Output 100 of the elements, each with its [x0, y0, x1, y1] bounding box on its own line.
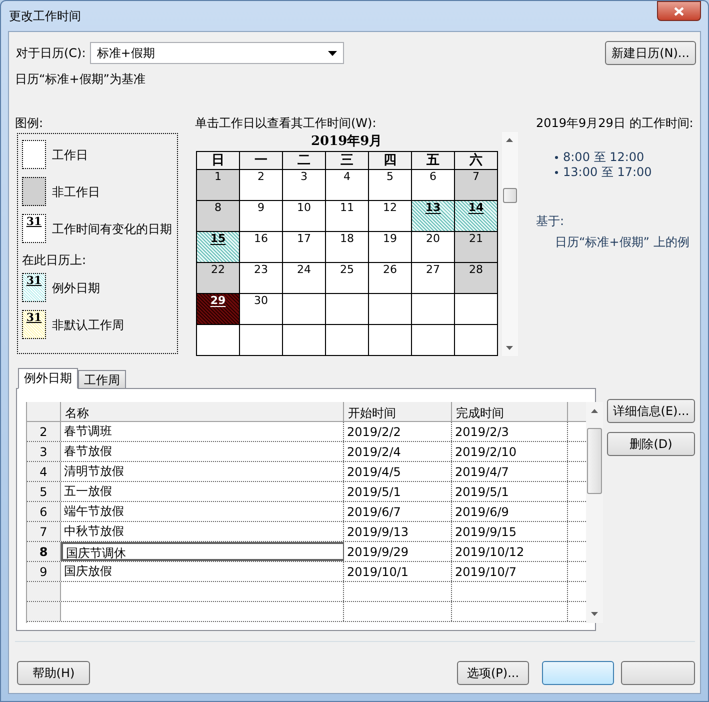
row-number[interactable]: 5: [27, 482, 61, 501]
scroll-down-icon[interactable]: [591, 612, 598, 616]
calendar-cell: [455, 294, 497, 324]
column-header[interactable]: 名称: [61, 402, 344, 421]
row-number[interactable]: [27, 582, 61, 601]
details-button[interactable]: 详细信息(E)...: [607, 399, 695, 423]
scroll-up-icon[interactable]: [506, 138, 513, 142]
help-button[interactable]: 帮助(H): [17, 661, 90, 685]
calendar-day[interactable]: 26: [369, 263, 411, 293]
legend-subtitle: 在此日历上:: [22, 252, 88, 269]
tab[interactable]: 例外日期: [18, 368, 78, 389]
table-cell: 春节调班: [61, 422, 344, 441]
legend-label: 非默认工作周: [52, 316, 124, 334]
calendar-day[interactable]: 15: [197, 232, 239, 262]
table-cell: 五一放假: [61, 482, 344, 501]
table-cell: 2019/10/1: [344, 562, 452, 581]
calendar-day[interactable]: 11: [326, 201, 368, 231]
row-number[interactable]: 2: [27, 422, 61, 441]
dropdown-arrow-icon: [328, 50, 337, 56]
row-number[interactable]: 3: [27, 442, 61, 461]
calendar-day[interactable]: 1: [197, 170, 239, 200]
cancel-button[interactable]: [621, 661, 695, 685]
weekday-header: 日: [197, 152, 239, 169]
close-button[interactable]: [657, 1, 701, 21]
calendar-day[interactable]: 5: [369, 170, 411, 200]
row-number[interactable]: [27, 602, 61, 621]
weekday-header: 二: [283, 152, 325, 169]
working-time-item: 13:00 至 17:00: [563, 164, 652, 181]
calendar-day[interactable]: 25: [326, 263, 368, 293]
calendar-day[interactable]: 8: [197, 201, 239, 231]
calendar-day[interactable]: 13: [412, 201, 454, 231]
calendar-cell: [412, 325, 454, 355]
calendar-day[interactable]: 16: [240, 232, 282, 262]
calendar-day[interactable]: 24: [283, 263, 325, 293]
options-button[interactable]: 选项(P)...: [457, 661, 529, 685]
table-cell: 春节放假: [61, 442, 344, 461]
table-cell: 2019/6/7: [344, 502, 452, 521]
table-cell: 清明节放假: [61, 462, 344, 481]
weekday-header: 六: [455, 152, 497, 169]
legend-label: 例外日期: [52, 280, 100, 296]
table-cell: 2019/9/13: [344, 522, 452, 541]
calendar-day[interactable]: 14: [455, 201, 497, 231]
calendar-scrollbar[interactable]: [502, 132, 518, 356]
calendar-label: 对于日历(C):: [16, 45, 86, 62]
delete-button[interactable]: 删除(D): [607, 432, 695, 456]
calendar-day[interactable]: 2: [240, 170, 282, 200]
legend-label: 非工作日: [52, 184, 100, 200]
calendar-day[interactable]: 7: [455, 170, 497, 200]
calendar-day[interactable]: 18: [326, 232, 368, 262]
calendar-day[interactable]: 6: [412, 170, 454, 200]
calendar-day[interactable]: 20: [412, 232, 454, 262]
calendar-cell: [283, 325, 325, 355]
calendar-day[interactable]: 9: [240, 201, 282, 231]
column-header[interactable]: 开始时间: [344, 402, 452, 421]
row-number[interactable]: 7: [27, 522, 61, 541]
calendar-day[interactable]: 28: [455, 263, 497, 293]
scroll-down-icon[interactable]: [506, 346, 513, 350]
scroll-thumb[interactable]: [587, 428, 602, 494]
calendar-day[interactable]: 22: [197, 263, 239, 293]
working-time-item: 8:00 至 12:00: [563, 149, 644, 166]
new-calendar-button[interactable]: 新建日历(N)...: [605, 41, 696, 65]
row-number[interactable]: 8: [27, 542, 61, 561]
legend-swatch: [22, 177, 46, 206]
calendar-cell: [412, 294, 454, 324]
calendar-cell: [197, 325, 239, 355]
column-header[interactable]: 完成时间: [452, 402, 568, 421]
table-cell: 端午节放假: [61, 502, 344, 521]
row-number[interactable]: 6: [27, 502, 61, 521]
calendar-cell: [283, 294, 325, 324]
table-scrollbar[interactable]: [586, 402, 603, 623]
calendar-day[interactable]: 23: [240, 263, 282, 293]
row-number[interactable]: 9: [27, 562, 61, 581]
calendar-day[interactable]: 27: [412, 263, 454, 293]
table-cell: 2019/6/9: [452, 502, 568, 521]
calendar-day[interactable]: 3: [283, 170, 325, 200]
ok-button[interactable]: [542, 661, 614, 685]
calendar-dropdown[interactable]: 标准+假期: [90, 42, 344, 64]
table-cell: 2019/9/29: [344, 542, 452, 561]
calendar-day[interactable]: 30: [240, 294, 282, 324]
tab[interactable]: 工作周: [78, 370, 126, 389]
scroll-up-icon[interactable]: [591, 409, 598, 413]
table-cell: 2019/9/15: [452, 522, 568, 541]
bullet-icon: [555, 170, 558, 174]
weekday-header: 五: [412, 152, 454, 169]
table-cell: 2019/2/4: [344, 442, 452, 461]
calendar-day[interactable]: 4: [326, 170, 368, 200]
calendar-day[interactable]: 10: [283, 201, 325, 231]
calendar-day[interactable]: 21: [455, 232, 497, 262]
weekday-header: 一: [240, 152, 282, 169]
legend-swatch: 31: [22, 273, 46, 302]
calendar-day[interactable]: 29: [197, 294, 239, 324]
calendar-day[interactable]: 12: [369, 201, 411, 231]
working-time-title: 2019年9月29日 的工作时间:: [536, 115, 694, 132]
based-on-text: 日历“标准+假期” 上的例: [555, 234, 690, 251]
table-cell: 2019/4/7: [452, 462, 568, 481]
close-icon: [674, 6, 684, 16]
calendar-day[interactable]: 19: [369, 232, 411, 262]
row-number[interactable]: 4: [27, 462, 61, 481]
calendar-day[interactable]: 17: [283, 232, 325, 262]
scroll-thumb[interactable]: [503, 188, 517, 203]
